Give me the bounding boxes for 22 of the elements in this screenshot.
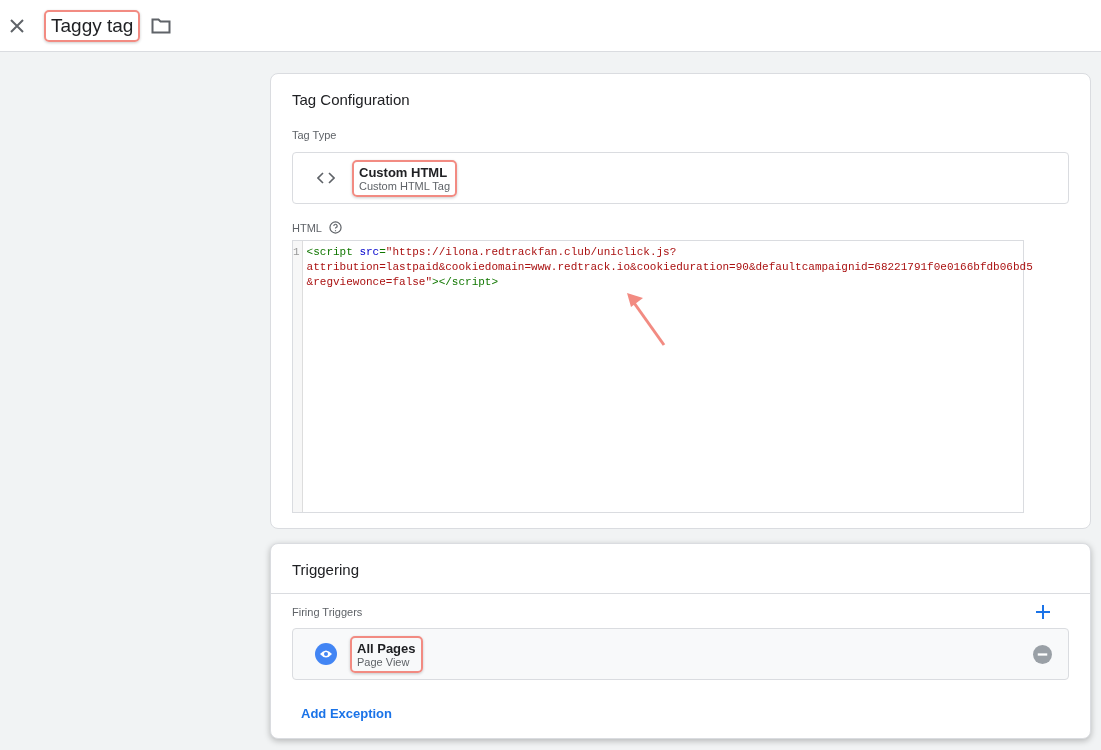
trigger-name: All Pages Page View — [350, 635, 423, 673]
tag-name[interactable]: Taggy tag — [44, 9, 141, 42]
code-line: &regviewonce=false"></script> — [306, 275, 500, 290]
card-title: Triggering — [271, 544, 1090, 594]
eye-icon — [315, 643, 337, 665]
add-exception-link[interactable]: Add Exception — [301, 706, 392, 721]
code-line: attribution=lastpaid&cookiedomain=www.redtrack.io&cookieduration=90&defaultcampaignid=68221791f0e0166bfdb06bd5 — [306, 260, 1033, 275]
code-icon — [317, 172, 335, 184]
add-icon[interactable] — [1034, 603, 1052, 621]
tag-type-name: Custom HTML Custom HTML Tag — [352, 159, 458, 197]
html-label: HTML — [292, 221, 322, 234]
help-icon[interactable] — [328, 221, 342, 234]
card-title: Tag Configuration — [291, 90, 411, 110]
folder-icon[interactable] — [150, 16, 173, 35]
tag-type-label: Tag Type — [291, 128, 338, 143]
tag-type-row[interactable]: Custom HTML Custom HTML Tag — [292, 152, 1069, 204]
trigger-row[interactable]: All Pages Page View — [292, 628, 1069, 680]
remove-icon[interactable] — [1033, 644, 1052, 664]
close-button[interactable] — [8, 16, 26, 35]
code-line: <script src="https://ilona.redtrackfan.club/uniclick.js? — [306, 245, 678, 260]
line-number: 1 — [293, 246, 300, 258]
firing-triggers-label: Firing Triggers — [292, 606, 363, 618]
